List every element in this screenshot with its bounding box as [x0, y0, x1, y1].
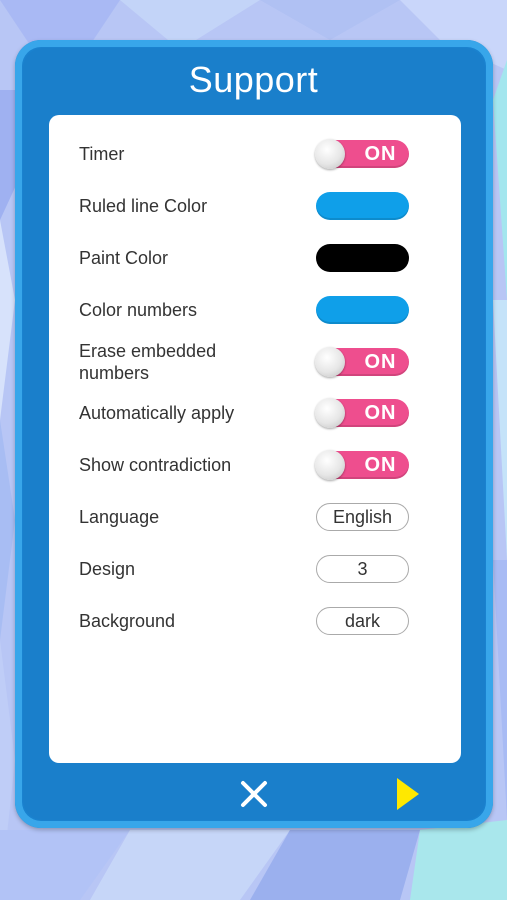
timer-toggle[interactable]: ON [315, 139, 409, 169]
play-arrow-icon [397, 778, 419, 810]
setting-row-color-numbers: Color numbers [49, 290, 461, 330]
toggle-state: ON [364, 402, 397, 424]
background-select[interactable]: dark [316, 607, 409, 635]
close-button[interactable] [236, 776, 272, 812]
toggle-knob [315, 347, 345, 377]
setting-row-paint-color: Paint Color [49, 238, 461, 278]
setting-row-show-contradiction: Show contradiction ON [49, 445, 461, 485]
next-button[interactable] [396, 777, 420, 811]
color-numbers-swatch[interactable] [316, 296, 409, 324]
ruled-line-color-swatch[interactable] [316, 192, 409, 220]
erase-embedded-numbers-label: Erase embedded numbers [79, 340, 216, 384]
erase-embedded-numbers-toggle[interactable]: ON [315, 347, 409, 377]
paint-color-label: Paint Color [79, 248, 169, 268]
automatically-apply-label: Automatically apply [79, 403, 235, 423]
language-label: Language [79, 507, 160, 527]
setting-row-ruled-line-color: Ruled line Color [49, 186, 461, 226]
setting-row-automatically-apply: Automatically apply ON [49, 393, 461, 433]
setting-row-timer: Timer ON [49, 134, 461, 174]
color-numbers-label: Color numbers [79, 300, 198, 320]
toggle-state: ON [364, 143, 397, 165]
setting-row-erase-embedded-numbers: Erase embedded numbers ON [49, 340, 461, 384]
background-label: Background [79, 611, 176, 631]
toggle-state: ON [364, 351, 397, 373]
setting-row-language: Language English [49, 497, 461, 537]
setting-row-design: Design 3 [49, 549, 461, 589]
ruled-line-color-label: Ruled line Color [79, 196, 208, 216]
show-contradiction-label: Show contradiction [79, 455, 232, 475]
design-label: Design [79, 559, 136, 579]
timer-label: Timer [79, 144, 125, 164]
language-select[interactable]: English [316, 503, 409, 531]
toggle-knob [315, 450, 345, 480]
show-contradiction-toggle[interactable]: ON [315, 450, 409, 480]
settings-card: Timer ON Ruled line Color Paint Color Co… [49, 115, 461, 763]
close-icon [241, 781, 267, 807]
dialog-title: Support [188, 59, 319, 100]
paint-color-swatch[interactable] [316, 244, 409, 272]
design-select[interactable]: 3 [316, 555, 409, 583]
setting-row-background: Background dark [49, 601, 461, 641]
toggle-knob [315, 139, 345, 169]
label-line-1: Erase embedded [79, 341, 217, 361]
toggle-state: ON [364, 454, 397, 476]
label-line-2: numbers [79, 363, 150, 383]
automatically-apply-toggle[interactable]: ON [315, 398, 409, 428]
toggle-knob [315, 398, 345, 428]
